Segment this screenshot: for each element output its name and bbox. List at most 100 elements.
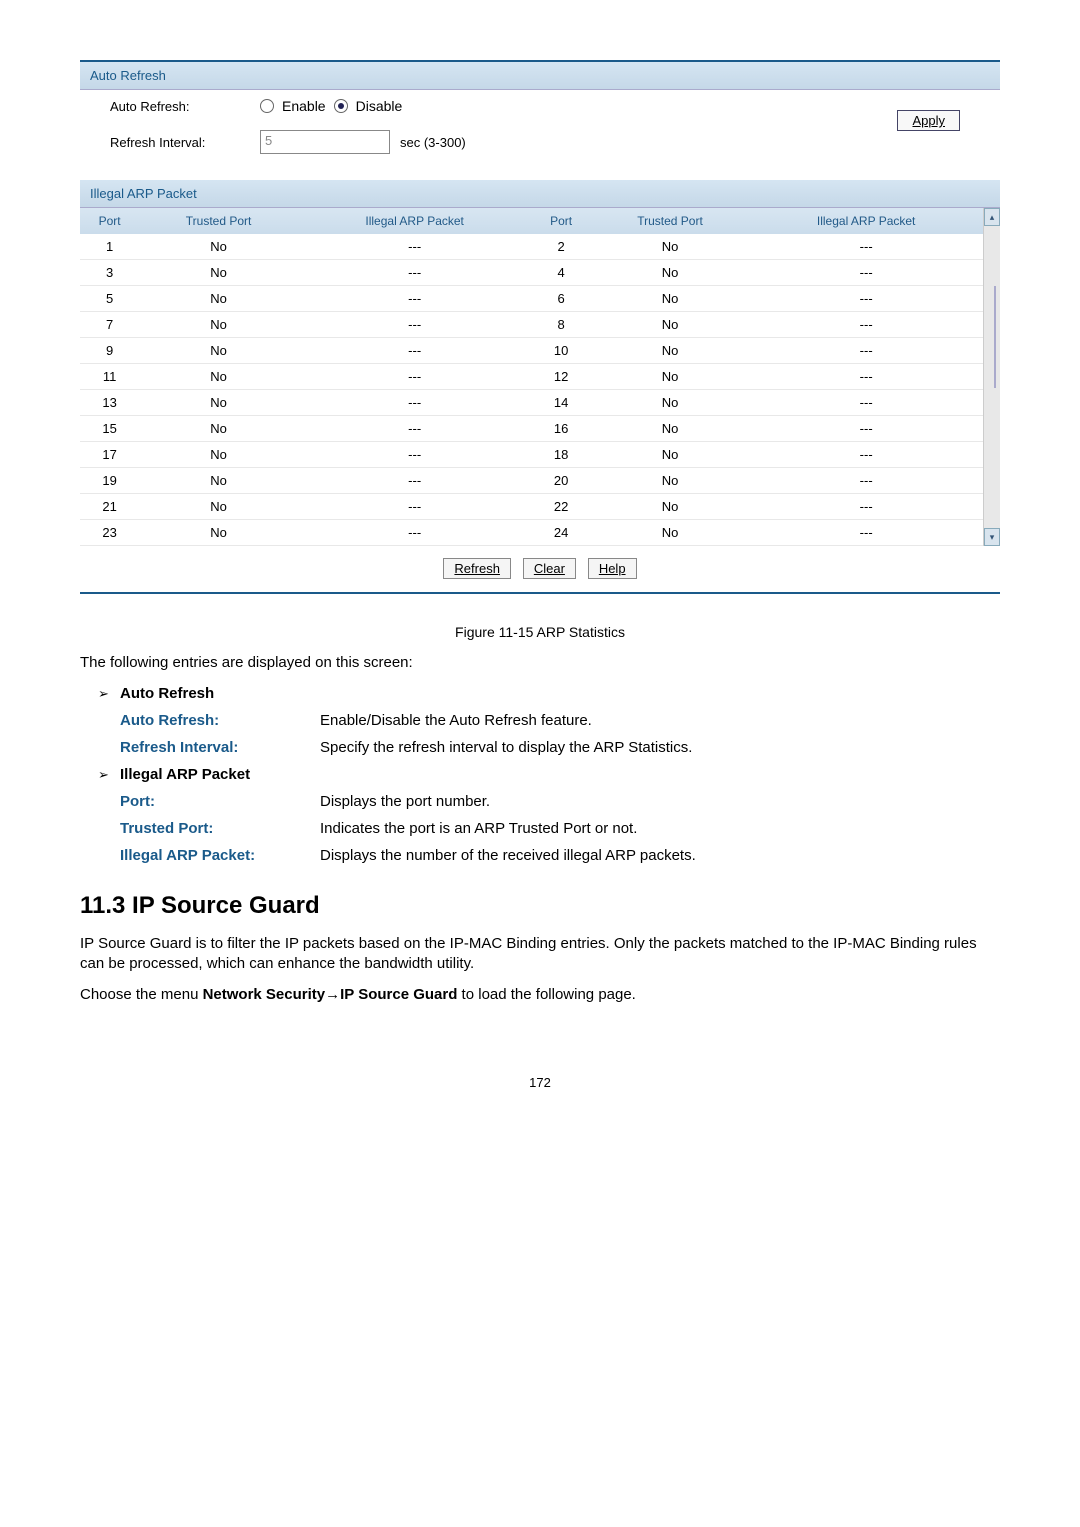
table-cell: 7: [80, 312, 139, 338]
scrollbar[interactable]: ▴ ▾: [983, 208, 1000, 546]
table-cell: No: [591, 286, 750, 312]
page-number: 172: [80, 1075, 1000, 1090]
disable-radio[interactable]: [334, 99, 348, 113]
table-cell: No: [139, 416, 298, 442]
def-refresh-interval: Refresh Interval: Specify the refresh in…: [120, 739, 1000, 756]
table-cell: No: [139, 442, 298, 468]
table-cell: 11: [80, 364, 139, 390]
bullet-icon: ➢: [98, 767, 120, 783]
table-cell: 17: [80, 442, 139, 468]
table-row: 9No---10No---: [80, 338, 983, 364]
bullet-illegal-arp: ➢ Illegal ARP Packet: [98, 766, 1000, 783]
table-cell: 8: [531, 312, 590, 338]
auto-refresh-label: Auto Refresh:: [110, 99, 260, 114]
table-cell: 5: [80, 286, 139, 312]
table-cell: No: [139, 364, 298, 390]
table-cell: 24: [531, 520, 590, 546]
table-cell: ---: [749, 494, 983, 520]
scroll-up-icon[interactable]: ▴: [984, 208, 1000, 226]
col-trusted2: Trusted Port: [591, 208, 750, 234]
table-cell: No: [139, 234, 298, 260]
table-row: 23No---24No---: [80, 520, 983, 546]
col-port: Port: [80, 208, 139, 234]
table-cell: No: [139, 520, 298, 546]
table-row: 5No---6No---: [80, 286, 983, 312]
arp-table: Port Trusted Port Illegal ARP Packet Por…: [80, 208, 983, 546]
table-cell: 12: [531, 364, 590, 390]
table-cell: ---: [298, 234, 532, 260]
table-cell: ---: [749, 416, 983, 442]
table-cell: ---: [749, 312, 983, 338]
table-cell: No: [591, 442, 750, 468]
table-cell: ---: [298, 364, 532, 390]
table-row: 15No---16No---: [80, 416, 983, 442]
scroll-down-icon[interactable]: ▾: [984, 528, 1000, 546]
auto-refresh-row: Auto Refresh: Enable Disable: [80, 90, 897, 122]
enable-label: Enable: [282, 98, 326, 114]
table-row: 19No---20No---: [80, 468, 983, 494]
table-cell: 14: [531, 390, 590, 416]
sec-range-label: sec (3-300): [400, 135, 466, 150]
table-cell: 20: [531, 468, 590, 494]
section-title: 11.3 IP Source Guard: [80, 892, 1000, 920]
table-cell: No: [139, 390, 298, 416]
table-row: 1No---2No---: [80, 234, 983, 260]
enable-radio[interactable]: [260, 99, 274, 113]
def-auto-refresh: Auto Refresh: Enable/Disable the Auto Re…: [120, 712, 1000, 729]
table-row: 11No---12No---: [80, 364, 983, 390]
table-cell: No: [139, 494, 298, 520]
table-cell: No: [591, 520, 750, 546]
refresh-interval-row: Refresh Interval: 5 sec (3-300): [80, 122, 897, 162]
table-cell: 2: [531, 234, 590, 260]
table-cell: No: [591, 260, 750, 286]
disable-label: Disable: [356, 98, 403, 114]
table-cell: 4: [531, 260, 590, 286]
table-cell: ---: [749, 442, 983, 468]
refresh-button[interactable]: Refresh: [443, 558, 511, 579]
table-cell: ---: [749, 364, 983, 390]
table-cell: ---: [298, 338, 532, 364]
table-cell: ---: [298, 520, 532, 546]
col-trusted: Trusted Port: [139, 208, 298, 234]
table-cell: 16: [531, 416, 590, 442]
table-cell: ---: [749, 390, 983, 416]
auto-refresh-header: Auto Refresh: [80, 62, 1000, 90]
table-row: 3No---4No---: [80, 260, 983, 286]
clear-button[interactable]: Clear: [523, 558, 576, 579]
table-cell: ---: [298, 468, 532, 494]
table-cell: ---: [749, 338, 983, 364]
table-row: 17No---18No---: [80, 442, 983, 468]
help-button[interactable]: Help: [588, 558, 637, 579]
table-cell: ---: [298, 260, 532, 286]
def-illegal: Illegal ARP Packet: Displays the number …: [120, 847, 1000, 864]
para-ip-source-guard-1: IP Source Guard is to filter the IP pack…: [80, 934, 1000, 975]
scroll-thumb[interactable]: [994, 286, 996, 388]
apply-button[interactable]: Apply: [897, 110, 960, 131]
table-cell: ---: [749, 286, 983, 312]
refresh-interval-input[interactable]: 5: [260, 130, 390, 154]
table-cell: 13: [80, 390, 139, 416]
table-cell: No: [139, 468, 298, 494]
table-cell: ---: [749, 234, 983, 260]
table-cell: No: [591, 338, 750, 364]
table-cell: ---: [749, 260, 983, 286]
table-cell: 21: [80, 494, 139, 520]
table-cell: No: [591, 234, 750, 260]
table-cell: 19: [80, 468, 139, 494]
table-cell: No: [591, 494, 750, 520]
bullet-auto-refresh: ➢ Auto Refresh: [98, 685, 1000, 702]
table-row: 7No---8No---: [80, 312, 983, 338]
table-cell: No: [139, 338, 298, 364]
table-cell: ---: [298, 416, 532, 442]
para-ip-source-guard-2: Choose the menu Network Security→IP Sour…: [80, 985, 1000, 1005]
figure-caption: Figure 11-15 ARP Statistics: [80, 624, 1000, 640]
def-port: Port: Displays the port number.: [120, 793, 1000, 810]
table-cell: No: [139, 260, 298, 286]
table-cell: 3: [80, 260, 139, 286]
table-cell: 1: [80, 234, 139, 260]
table-buttons: Refresh Clear Help: [80, 546, 1000, 587]
refresh-interval-label: Refresh Interval:: [110, 135, 260, 150]
table-cell: No: [591, 312, 750, 338]
illegal-arp-header: Illegal ARP Packet: [80, 180, 1000, 208]
col-illegal2: Illegal ARP Packet: [749, 208, 983, 234]
